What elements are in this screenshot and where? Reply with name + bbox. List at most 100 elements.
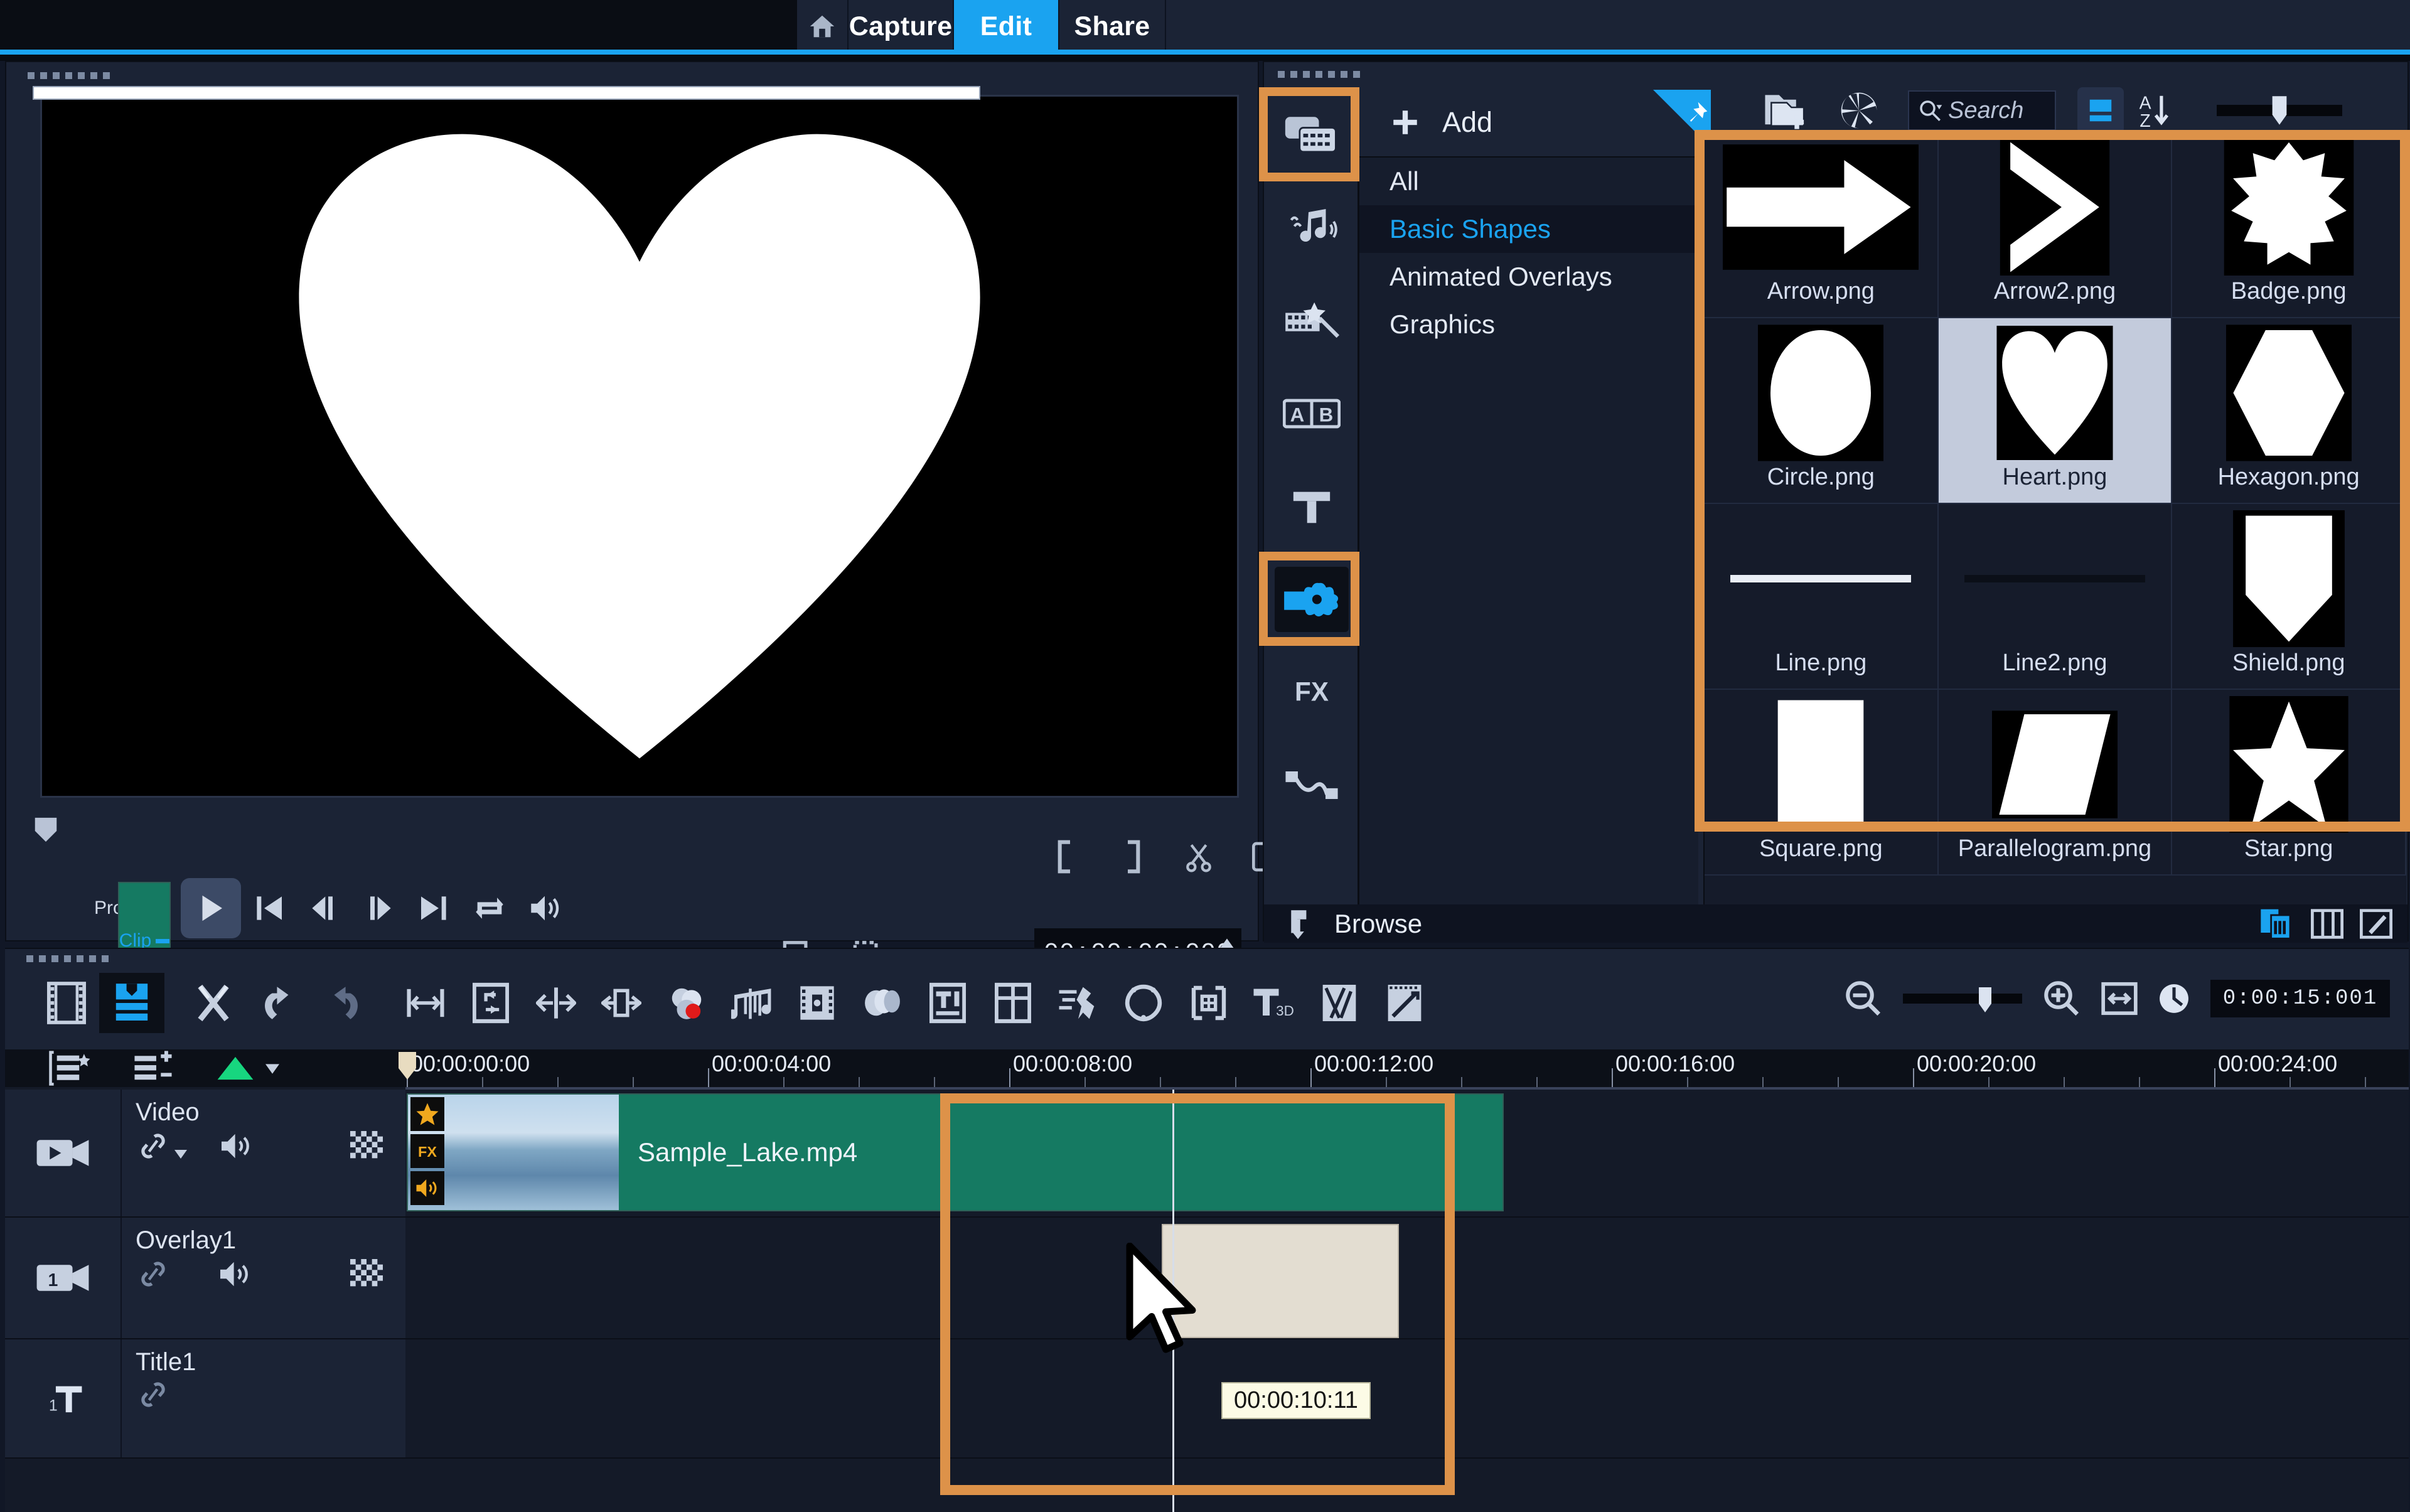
track-manager-icon[interactable] xyxy=(49,1051,90,1086)
folder-plus-icon[interactable] xyxy=(1764,90,1810,131)
library-item[interactable]: Square.png xyxy=(1705,690,1939,876)
category-all[interactable]: All xyxy=(1359,158,1698,205)
browse-icon[interactable] xyxy=(1287,906,1323,942)
library-item[interactable]: Parallelogram.png xyxy=(1938,690,2173,876)
marker-menu-button[interactable] xyxy=(216,1054,281,1082)
playhead-marker-icon[interactable] xyxy=(397,1051,418,1081)
library-item[interactable]: Circle.png xyxy=(1705,318,1939,504)
slider-thumb-icon[interactable] xyxy=(2271,95,2288,126)
timeline-duration-timecode[interactable]: 0:00:15:001 xyxy=(2210,980,2390,1017)
category-graphics[interactable]: Graphics xyxy=(1359,301,1698,348)
tab-edit[interactable]: Edit xyxy=(954,0,1059,53)
undo-button[interactable] xyxy=(246,973,311,1033)
speed-control-button[interactable] xyxy=(1046,973,1111,1033)
crop-button[interactable] xyxy=(589,973,654,1033)
library-item[interactable]: Line.png xyxy=(1705,504,1939,690)
skip-end-button[interactable] xyxy=(407,881,462,936)
motion-track-box-button[interactable] xyxy=(1176,973,1241,1033)
thumbnails-icon[interactable] xyxy=(2259,908,2295,940)
split-button[interactable] xyxy=(523,973,589,1033)
play-button[interactable] xyxy=(181,878,242,938)
library-add-bar[interactable]: Add xyxy=(1359,88,1698,158)
titles-tab[interactable] xyxy=(1264,460,1359,553)
library-item[interactable]: Shield.png xyxy=(2172,504,2406,690)
timeline-clip[interactable]: FX Sample_Lake.mp4 xyxy=(407,1093,1504,1211)
add-track-icon[interactable] xyxy=(133,1051,173,1086)
storyboard-view-button[interactable] xyxy=(34,973,99,1033)
track-link-button[interactable] xyxy=(137,1132,188,1160)
audio-mixer-button[interactable] xyxy=(719,973,785,1033)
ripple-edit-button[interactable] xyxy=(393,973,458,1033)
library-item[interactable]: Arrow.png xyxy=(1705,132,1939,318)
link-icon[interactable] xyxy=(137,1260,169,1288)
skip-start-button[interactable] xyxy=(241,881,296,936)
mask-creator-button[interactable] xyxy=(1111,973,1176,1033)
graphics-tab[interactable] xyxy=(1259,552,1359,646)
color-correction-button[interactable] xyxy=(654,973,719,1033)
track-header-video[interactable]: Video xyxy=(5,1090,405,1216)
category-animated-overlays[interactable]: Animated Overlays xyxy=(1359,253,1698,301)
preview-panel-grip[interactable] xyxy=(28,72,110,79)
fit-project-icon[interactable] xyxy=(2101,979,2138,1018)
media-tab[interactable] xyxy=(1259,87,1359,181)
timeline-ruler[interactable]: 00:00:00:00 00:00:04:00 00:00:08:00 00:0… xyxy=(405,1049,2409,1090)
preview-scrubber[interactable] xyxy=(31,815,1036,853)
track-title1-body-area[interactable] xyxy=(405,1339,2409,1457)
smart-proxy-button[interactable] xyxy=(458,973,523,1033)
scrubber-handle[interactable] xyxy=(31,815,60,844)
split-screen-button[interactable] xyxy=(980,973,1046,1033)
zoom-out-icon[interactable] xyxy=(1843,978,1884,1019)
thumbnail-size-slider[interactable] xyxy=(2217,96,2342,125)
track-volume-icon[interactable] xyxy=(217,1259,254,1289)
loop-button[interactable] xyxy=(462,881,517,936)
clip-badge-fx[interactable]: FX xyxy=(410,1134,444,1168)
link-icon[interactable] xyxy=(137,1381,169,1408)
audio-tab[interactable] xyxy=(1264,181,1359,274)
library-panel-grip[interactable] xyxy=(1278,71,1360,78)
fx-tab[interactable]: FX xyxy=(1264,646,1359,739)
mix-tools-button[interactable] xyxy=(181,973,246,1033)
tab-capture[interactable]: Capture xyxy=(849,0,954,53)
library-item[interactable]: Arrow2.png xyxy=(1938,132,2173,318)
track-mix-grid-icon[interactable] xyxy=(350,1259,383,1292)
library-item[interactable]: Badge.png xyxy=(2172,132,2406,318)
mark-in-icon[interactable] xyxy=(1048,839,1083,874)
list-view-toggle[interactable] xyxy=(2077,87,2124,134)
tab-share[interactable]: Share xyxy=(1059,0,1166,53)
timeline-view-button[interactable] xyxy=(99,973,164,1033)
library-item-selected[interactable]: Heart.png xyxy=(1938,318,2173,504)
aperture-icon[interactable] xyxy=(1838,89,1880,132)
track-mix-grid-icon[interactable] xyxy=(350,1131,383,1164)
video-collage-button[interactable] xyxy=(1307,973,1372,1033)
timeline-zoom-slider[interactable] xyxy=(1903,987,2022,1012)
zoom-in-icon[interactable] xyxy=(2041,978,2082,1019)
clip-badge-volume[interactable] xyxy=(410,1171,444,1205)
sort-az-icon[interactable]: A Z xyxy=(2134,90,2173,131)
library-item[interactable]: Line2.png xyxy=(1938,504,2173,690)
tab-home[interactable] xyxy=(797,0,849,53)
track-volume-icon[interactable] xyxy=(218,1131,255,1161)
subtitle-editor-button[interactable] xyxy=(915,973,980,1033)
stop-motion-button[interactable] xyxy=(1372,973,1437,1033)
multicam-button[interactable] xyxy=(785,973,850,1033)
timeline-toolbar-grip[interactable] xyxy=(26,955,109,962)
volume-button[interactable] xyxy=(517,881,572,936)
clip-badge-star[interactable] xyxy=(410,1097,444,1131)
project-clip-toggle[interactable]: Project Clip xyxy=(94,882,171,1000)
edit-pencil-icon[interactable] xyxy=(2360,908,2392,940)
track-header-title1[interactable]: 1 Title1 xyxy=(5,1339,405,1457)
transitions-tab[interactable]: A B xyxy=(1264,367,1359,460)
track-header-overlay1[interactable]: 1 Overlay1 xyxy=(5,1218,405,1338)
category-basic-shapes[interactable]: Basic Shapes xyxy=(1359,205,1698,253)
scrubber-track[interactable] xyxy=(33,86,980,100)
scissors-icon[interactable] xyxy=(1181,839,1216,874)
clock-icon[interactable] xyxy=(2156,979,2192,1018)
preview-screen[interactable] xyxy=(40,95,1239,798)
track-video-body-area[interactable]: FX Sample_Lake.mp4 xyxy=(405,1090,2409,1216)
mark-out-icon[interactable] xyxy=(1115,839,1150,874)
motion-tracking-button[interactable] xyxy=(850,973,915,1033)
zoom-slider-thumb[interactable] xyxy=(1977,986,1993,1014)
effects-tab[interactable] xyxy=(1264,274,1359,367)
library-item[interactable]: Star.png xyxy=(2172,690,2406,876)
previous-frame-button[interactable] xyxy=(296,881,351,936)
